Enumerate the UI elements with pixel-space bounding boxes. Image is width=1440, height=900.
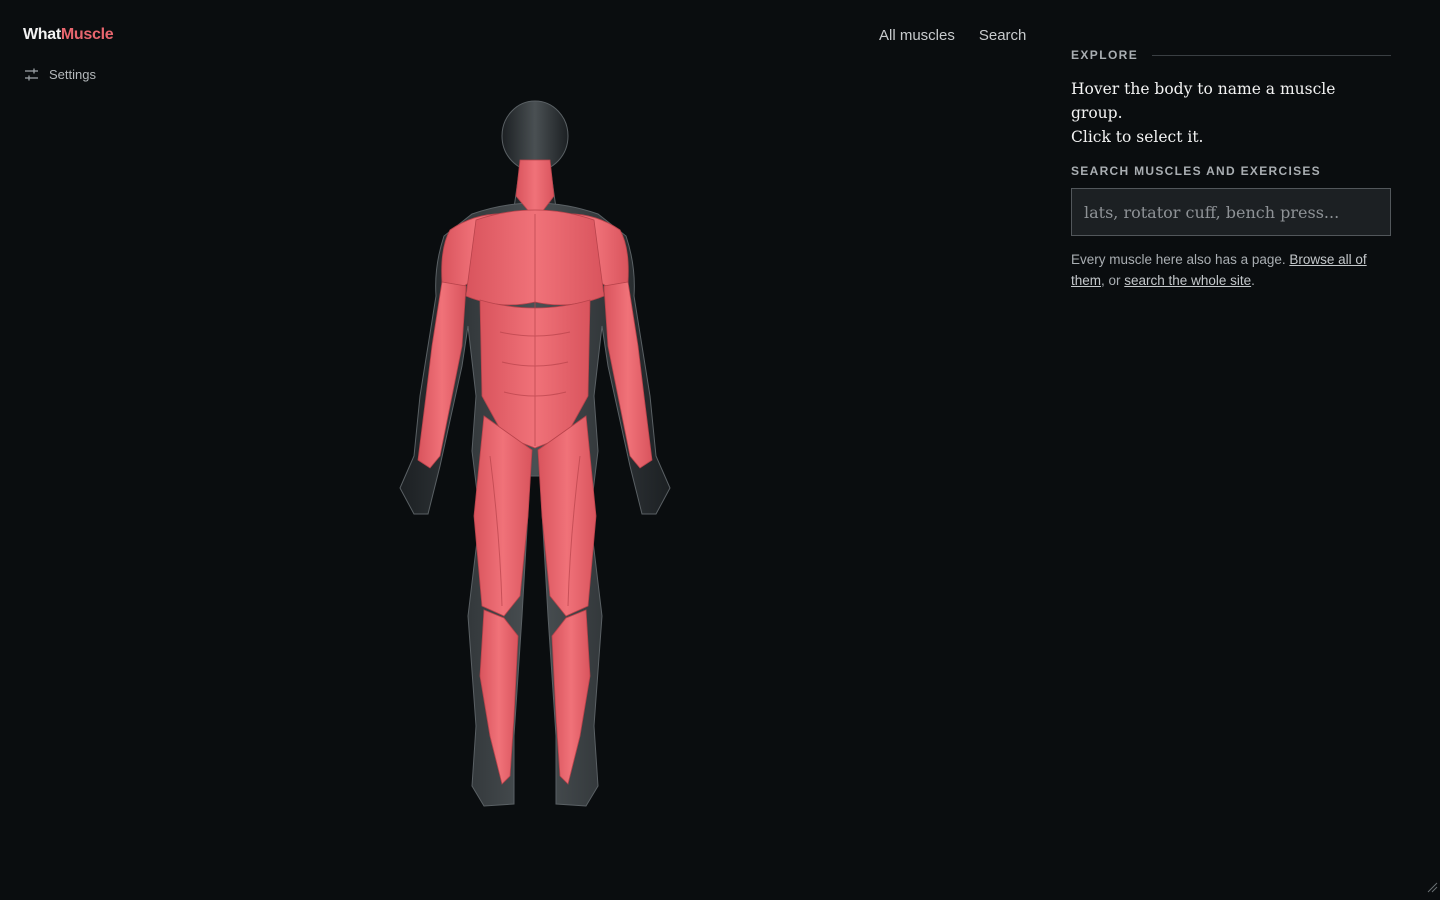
- search-label: SEARCH MUSCLES AND EXERCISES: [1071, 164, 1321, 178]
- resize-grip-icon[interactable]: [1426, 880, 1438, 898]
- settings-label: Settings: [49, 67, 96, 82]
- top-nav: All muscles Search: [879, 27, 1026, 44]
- explore-intro-line2: Click to select it.: [1071, 128, 1204, 146]
- note-suffix: .: [1251, 273, 1255, 288]
- page: WhatMuscle Settings All muscles Search E…: [0, 0, 1440, 900]
- explore-panel: EXPLORE Hover the body to name a muscle …: [1071, 46, 1391, 291]
- nav-search[interactable]: Search: [979, 27, 1027, 44]
- brand-logo-what: What: [23, 26, 61, 43]
- search-input[interactable]: [1071, 188, 1391, 236]
- nav-all-muscles[interactable]: All muscles: [879, 27, 955, 44]
- settings-button[interactable]: Settings: [24, 67, 96, 82]
- muscle-body-svg[interactable]: [380, 96, 690, 816]
- site-note: Every muscle here also has a page. Brows…: [1071, 249, 1391, 291]
- brand-logo[interactable]: WhatMuscle: [23, 26, 114, 44]
- brand-logo-muscle: Muscle: [60, 26, 114, 43]
- note-middle: , or: [1101, 273, 1125, 288]
- sliders-icon: [24, 68, 39, 82]
- explore-header: EXPLORE: [1071, 46, 1391, 64]
- search-site-link[interactable]: search the whole site: [1124, 273, 1251, 288]
- explore-divider: [1152, 54, 1391, 56]
- explore-intro: Hover the body to name a muscle group. C…: [1071, 77, 1391, 149]
- explore-eyebrow: EXPLORE: [1071, 48, 1139, 62]
- note-prefix: Every muscle here also has a page.: [1071, 252, 1290, 267]
- explore-intro-line1: Hover the body to name a muscle group.: [1071, 80, 1336, 122]
- muscle-body-viewer[interactable]: [380, 96, 690, 816]
